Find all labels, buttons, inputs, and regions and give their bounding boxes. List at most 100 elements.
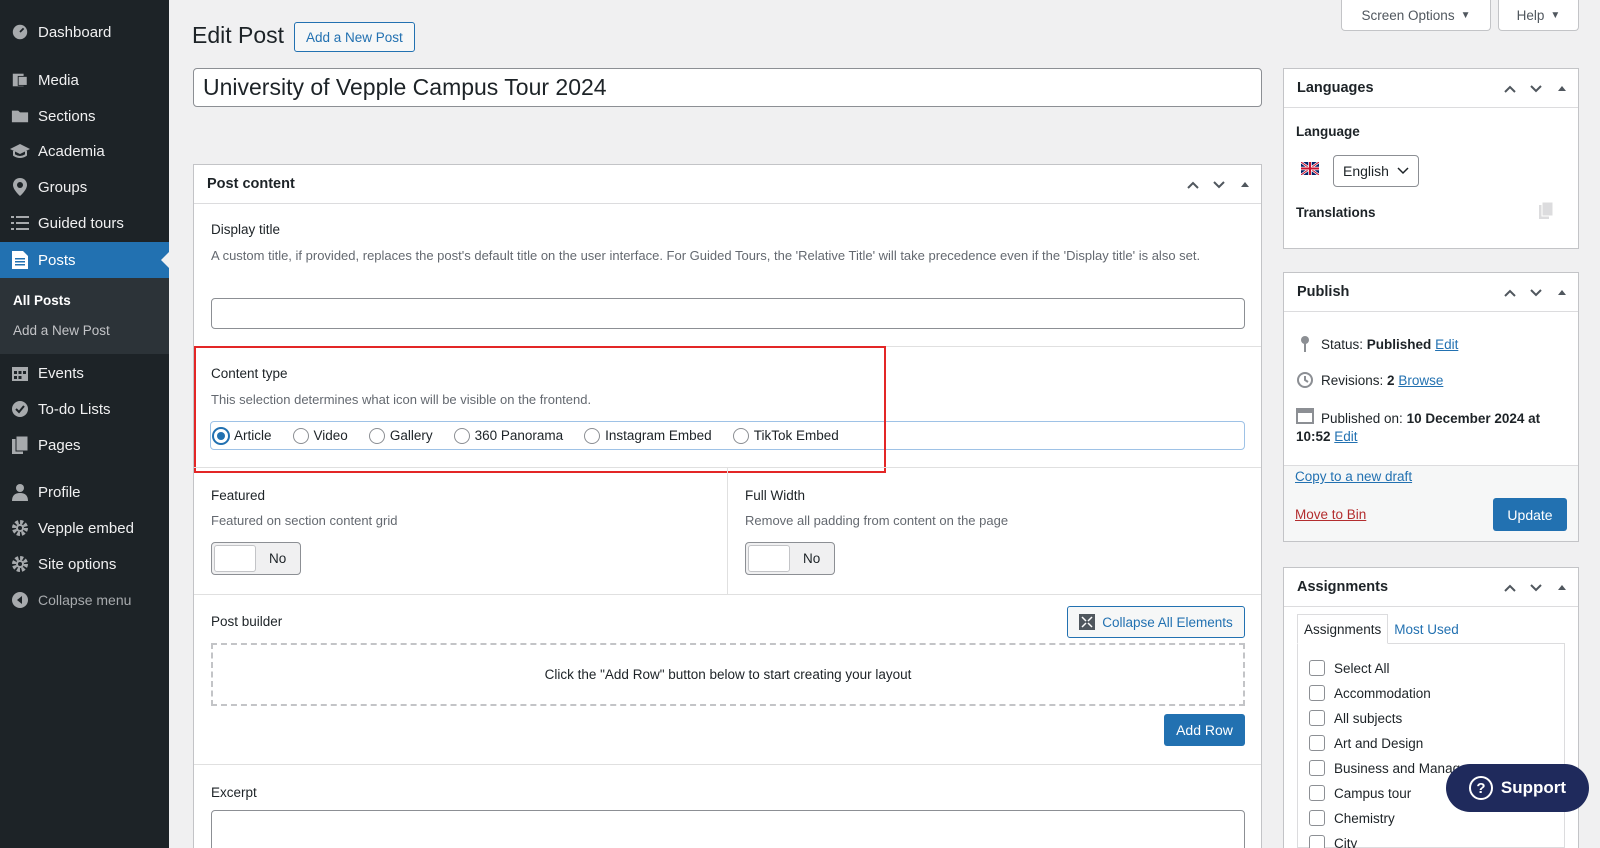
- calendar-icon: [1296, 408, 1314, 424]
- folder-icon: [9, 106, 31, 126]
- assignments-header: Assignments: [1284, 568, 1578, 607]
- calendar-icon: [9, 363, 31, 383]
- assignments-tabs: Assignments Most Used: [1297, 614, 1465, 644]
- submenu-add-new-post[interactable]: Add a New Post: [13, 323, 110, 338]
- toggle-panel-icon[interactable]: [1554, 81, 1570, 97]
- menu-item-events[interactable]: Events: [0, 356, 169, 390]
- copy-to-new-draft-link[interactable]: Copy to a new draft: [1295, 469, 1412, 484]
- chevron-down-icon[interactable]: [1528, 580, 1544, 596]
- postbox-controls: [1502, 69, 1570, 108]
- move-to-bin-link[interactable]: Move to Bin: [1295, 507, 1366, 522]
- toggle-panel-icon[interactable]: [1237, 177, 1253, 193]
- menu-item-dashboard[interactable]: Dashboard: [0, 15, 169, 49]
- checkbox[interactable]: [1309, 735, 1325, 751]
- collapse-all-elements-button[interactable]: Collapse All Elements: [1067, 606, 1245, 638]
- toggle-knob: [748, 545, 790, 572]
- checkbox[interactable]: [1309, 710, 1325, 726]
- checkbox-item[interactable]: City: [1309, 835, 1357, 848]
- language-select[interactable]: English: [1333, 155, 1419, 187]
- menu-item-posts[interactable]: Posts: [0, 242, 169, 278]
- menu-item-guided-tours[interactable]: Guided tours: [0, 206, 169, 240]
- menu-item-pages[interactable]: Pages: [0, 428, 169, 462]
- menu-item-todo-lists[interactable]: To-do Lists: [0, 392, 169, 426]
- excerpt-label: Excerpt: [211, 785, 257, 800]
- menu-item-profile[interactable]: Profile: [0, 475, 169, 509]
- chevron-up-icon[interactable]: [1502, 285, 1518, 301]
- checkbox[interactable]: [1309, 785, 1325, 801]
- browse-revisions-link[interactable]: Browse: [1398, 373, 1443, 388]
- menu-item-sections[interactable]: Sections: [0, 99, 169, 133]
- chevron-down-icon[interactable]: [1528, 81, 1544, 97]
- checkbox-item[interactable]: Art and Design: [1309, 735, 1423, 751]
- checkbox[interactable]: [1309, 660, 1325, 676]
- add-row-button[interactable]: Add Row: [1164, 714, 1245, 746]
- update-button[interactable]: Update: [1493, 498, 1567, 531]
- status-label: Status:: [1321, 337, 1364, 352]
- checkbox[interactable]: [1309, 835, 1325, 848]
- checkbox[interactable]: [1309, 760, 1325, 776]
- status-row: Status: Published Edit: [1321, 337, 1458, 352]
- toggle-value: No: [803, 551, 821, 566]
- submenu-all-posts[interactable]: All Posts: [13, 293, 71, 308]
- menu-label: Groups: [38, 178, 88, 196]
- menu-label: Posts: [38, 251, 76, 269]
- menu-item-site-options[interactable]: Site options: [0, 547, 169, 581]
- checkbox-item[interactable]: Accommodation: [1309, 685, 1431, 701]
- chevron-down-icon[interactable]: [1211, 177, 1227, 193]
- collapse-all-label: Collapse All Elements: [1102, 614, 1233, 630]
- menu-item-groups[interactable]: Groups: [0, 170, 169, 204]
- chevron-up-icon[interactable]: [1502, 580, 1518, 596]
- menu-item-vepple-embed[interactable]: Vepple embed: [0, 511, 169, 545]
- post-title-input[interactable]: [193, 68, 1262, 107]
- tab-assignments[interactable]: Assignments: [1297, 614, 1389, 644]
- checkbox[interactable]: [1309, 685, 1325, 701]
- help-label: Help: [1516, 7, 1545, 23]
- languages-header: Languages: [1284, 69, 1578, 108]
- featured-label: Featured: [211, 488, 266, 503]
- help-button[interactable]: Help ▼: [1498, 0, 1579, 31]
- published-on-date: 10 December 2024 at: [1406, 411, 1541, 426]
- media-icon: [9, 70, 31, 90]
- active-menu-arrow: [161, 252, 169, 268]
- list-icon: [9, 213, 31, 233]
- checkbox-label: Art and Design: [1334, 735, 1424, 751]
- pin-icon: [1301, 336, 1309, 352]
- menu-label: Site options: [38, 555, 117, 573]
- toggle-panel-icon[interactable]: [1554, 285, 1570, 301]
- checkbox-item[interactable]: All subjects: [1309, 710, 1402, 726]
- checkbox[interactable]: [1309, 810, 1325, 826]
- chevron-up-icon[interactable]: [1502, 81, 1518, 97]
- collapse-grid-icon: [1079, 614, 1096, 630]
- collapse-menu-button[interactable]: Collapse menu: [0, 583, 169, 617]
- uk-flag-icon: [1301, 162, 1319, 175]
- full-width-toggle[interactable]: No: [745, 542, 835, 575]
- status-edit-link[interactable]: Edit: [1435, 337, 1458, 352]
- full-width-label: Full Width: [745, 488, 806, 503]
- add-new-post-button[interactable]: Add a New Post: [294, 22, 415, 52]
- checkbox-label: All subjects: [1334, 710, 1403, 726]
- user-icon: [9, 482, 31, 502]
- display-title-label: Display title: [211, 222, 281, 237]
- chevron-down-icon[interactable]: [1528, 285, 1544, 301]
- status-value: Published: [1366, 337, 1432, 352]
- chevron-up-icon[interactable]: [1185, 177, 1201, 193]
- revisions-value: 2: [1387, 373, 1395, 388]
- display-title-input[interactable]: [211, 298, 1245, 329]
- support-button[interactable]: ? Support: [1446, 764, 1589, 812]
- column-divider: [727, 468, 728, 594]
- checkbox-item[interactable]: Select All: [1309, 660, 1390, 676]
- excerpt-textarea[interactable]: [211, 810, 1245, 848]
- menu-item-media[interactable]: Media: [0, 63, 169, 97]
- screen-options-button[interactable]: Screen Options ▼: [1341, 0, 1491, 31]
- menu-label: To-do Lists: [38, 400, 111, 418]
- published-on-time: 10:52: [1296, 429, 1331, 444]
- toggle-panel-icon[interactable]: [1554, 580, 1570, 596]
- checkbox-item[interactable]: Chemistry: [1309, 810, 1395, 826]
- tab-most-used[interactable]: Most Used: [1388, 614, 1465, 644]
- checkbox-item[interactable]: Campus tour: [1309, 785, 1411, 801]
- published-on-edit-link[interactable]: Edit: [1334, 429, 1357, 444]
- language-label: Language: [1296, 124, 1360, 139]
- featured-toggle[interactable]: No: [211, 542, 301, 575]
- copy-icon[interactable]: [1539, 202, 1553, 219]
- menu-item-academia[interactable]: Academia: [0, 134, 169, 168]
